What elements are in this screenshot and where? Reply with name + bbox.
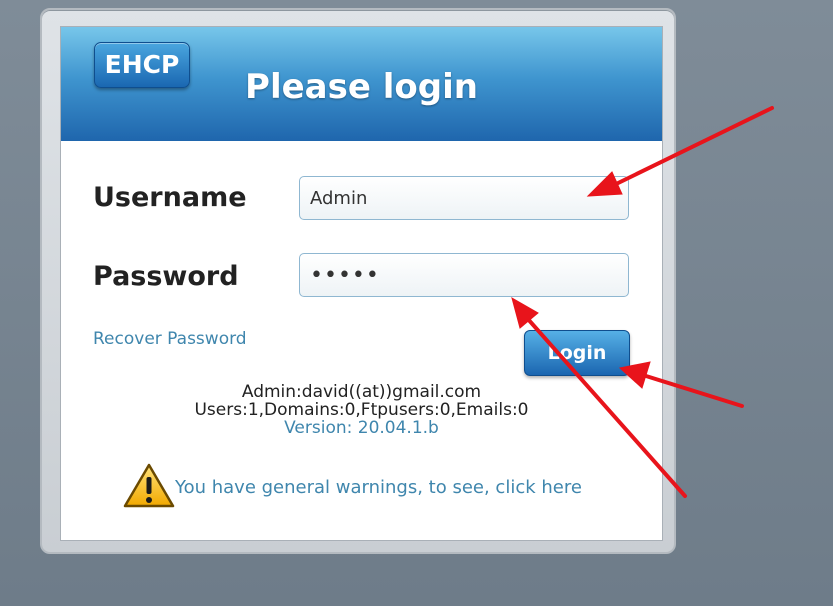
warning-triangle-icon bbox=[123, 463, 175, 508]
login-frame: EHCP Please login Username Password Reco… bbox=[40, 8, 676, 554]
username-label: Username bbox=[93, 182, 247, 213]
password-label: Password bbox=[93, 261, 239, 292]
password-input[interactable] bbox=[299, 253, 629, 297]
login-button[interactable]: Login bbox=[524, 330, 630, 376]
warnings-link[interactable]: You have general warnings, to see, click… bbox=[175, 477, 582, 498]
admin-contact: Admin:david((at))gmail.com bbox=[241, 382, 482, 402]
username-input[interactable] bbox=[299, 176, 629, 220]
account-stats: Users:1,Domains:0,Ftpusers:0,Emails:0 bbox=[194, 400, 529, 420]
login-panel: EHCP Please login Username Password Reco… bbox=[60, 26, 663, 541]
recover-password-link[interactable]: Recover Password bbox=[93, 329, 247, 349]
page-title: Please login bbox=[245, 67, 478, 107]
warning-row[interactable]: You have general warnings, to see, click… bbox=[123, 461, 643, 511]
login-header: EHCP Please login bbox=[61, 27, 662, 141]
version-text: Version: 20.04.1.b bbox=[284, 418, 439, 438]
